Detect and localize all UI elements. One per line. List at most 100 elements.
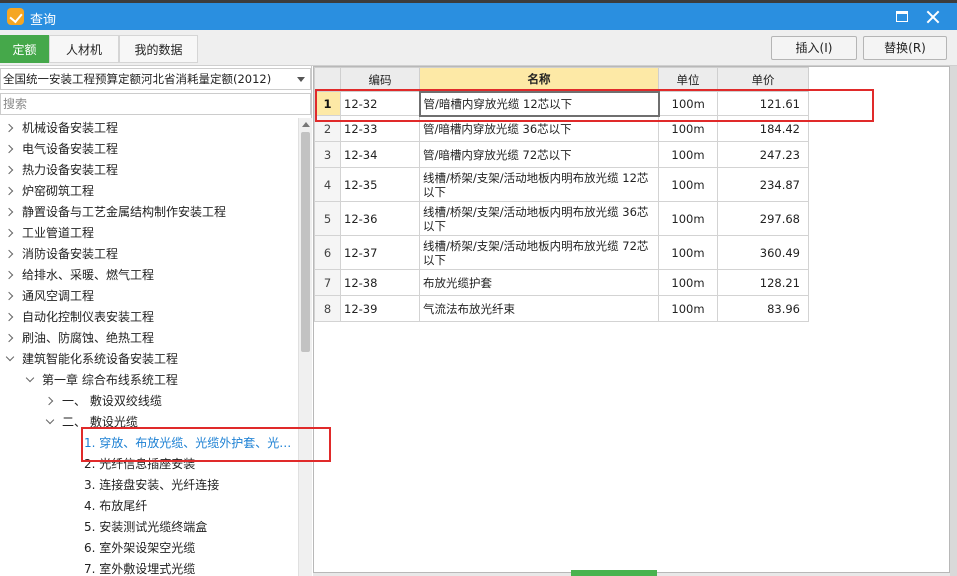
row-code[interactable]: 12-39: [340, 295, 420, 322]
tree-item[interactable]: 机械设备安装工程: [0, 118, 298, 139]
tree-item[interactable]: 建筑智能化系统设备安装工程: [0, 349, 298, 370]
row-price[interactable]: 247.23: [717, 141, 809, 168]
splitter-handle[interactable]: [571, 570, 657, 576]
tree-item[interactable]: 一、 敷设双绞线缆: [0, 391, 298, 412]
header-name[interactable]: 名称: [419, 67, 659, 92]
row-index[interactable]: 4: [314, 167, 341, 202]
row-code[interactable]: 12-36: [340, 201, 420, 236]
row-code[interactable]: 12-38: [340, 269, 420, 296]
tree-item[interactable]: 刷油、防腐蚀、绝热工程: [0, 328, 298, 349]
row-price[interactable]: 121.61: [717, 91, 809, 116]
row-price[interactable]: 234.87: [717, 167, 809, 202]
row-index[interactable]: 6: [314, 235, 341, 270]
row-index[interactable]: 3: [314, 141, 341, 168]
tree-item[interactable]: 7. 室外敷设埋式光缆: [0, 559, 298, 576]
tree-item[interactable]: 4. 布放尾纤: [0, 496, 298, 517]
table-row[interactable]: 6 12-37 线槽/桥架/支架/活动地板内明布放光缆 72芯以下 100m 360.4…: [314, 235, 809, 270]
row-code[interactable]: 12-35: [340, 167, 420, 202]
chevron-right-icon[interactable]: [4, 185, 16, 197]
tree-item[interactable]: 二、 敷设光缆: [0, 412, 298, 433]
maximize-icon[interactable]: [896, 11, 908, 22]
row-price[interactable]: 83.96: [717, 295, 809, 322]
scroll-up-icon[interactable]: [302, 122, 310, 127]
header-price[interactable]: 单价: [717, 67, 809, 92]
row-code[interactable]: 12-34: [340, 141, 420, 168]
dropdown-arrow-icon[interactable]: [297, 77, 305, 82]
chevron-right-icon[interactable]: [44, 395, 56, 407]
tree-item[interactable]: 通风空调工程: [0, 286, 298, 307]
tree-item[interactable]: 自动化控制仪表安装工程: [0, 307, 298, 328]
row-name[interactable]: 线槽/桥架/支架/活动地板内明布放光缆 36芯以下: [419, 201, 659, 236]
row-unit[interactable]: 100m: [658, 269, 718, 296]
tree-item[interactable]: 1. 穿放、布放光缆、光缆外护套、光…: [0, 433, 298, 454]
row-unit[interactable]: 100m: [658, 201, 718, 236]
tree-item[interactable]: 5. 安装测试光缆终端盒: [0, 517, 298, 538]
chevron-right-icon[interactable]: [4, 332, 16, 344]
row-name[interactable]: 管/暗槽内穿放光缆 72芯以下: [419, 141, 659, 168]
row-name[interactable]: 布放光缆护套: [419, 269, 659, 296]
header-unit[interactable]: 单位: [658, 67, 718, 92]
row-index[interactable]: 2: [314, 115, 341, 142]
row-index[interactable]: 1: [314, 91, 341, 116]
row-price[interactable]: 297.68: [717, 201, 809, 236]
row-name[interactable]: 线槽/桥架/支架/活动地板内明布放光缆 12芯以下: [419, 167, 659, 202]
tree-item[interactable]: 6. 室外架设架空光缆: [0, 538, 298, 559]
close-icon[interactable]: [924, 8, 942, 26]
tree-item[interactable]: 第一章 综合布线系统工程: [0, 370, 298, 391]
tree-item[interactable]: 炉窑砌筑工程: [0, 181, 298, 202]
tab-my-data[interactable]: 我的数据: [119, 35, 198, 63]
tree-item[interactable]: 电气设备安装工程: [0, 139, 298, 160]
tree-scrollbar[interactable]: [298, 118, 312, 576]
chevron-right-icon[interactable]: [4, 164, 16, 176]
tree-item[interactable]: 静置设备与工艺金属结构制作安装工程: [0, 202, 298, 223]
row-index[interactable]: 5: [314, 201, 341, 236]
row-code[interactable]: 12-33: [340, 115, 420, 142]
row-name[interactable]: 管/暗槽内穿放光缆 36芯以下: [419, 115, 659, 142]
tree-item[interactable]: 工业管道工程: [0, 223, 298, 244]
chevron-right-icon[interactable]: [4, 269, 16, 281]
row-code[interactable]: 12-37: [340, 235, 420, 270]
table-row[interactable]: 3 12-34 管/暗槽内穿放光缆 72芯以下 100m 247.23: [314, 141, 809, 168]
row-price[interactable]: 360.49: [717, 235, 809, 270]
search-input[interactable]: [0, 93, 311, 115]
tree-item[interactable]: 消防设备安装工程: [0, 244, 298, 265]
insert-button[interactable]: 插入(I): [771, 36, 857, 60]
chevron-right-icon[interactable]: [4, 227, 16, 239]
table-row[interactable]: 1 12-32 管/暗槽内穿放光缆 12芯以下 100m 121.61: [314, 90, 809, 117]
table-row[interactable]: 8 12-39 气流法布放光纤束 100m 83.96: [314, 295, 809, 322]
chevron-down-icon[interactable]: [4, 353, 16, 365]
row-index[interactable]: 8: [314, 295, 341, 322]
tab-quota[interactable]: 定额: [0, 35, 49, 63]
row-name[interactable]: 线槽/桥架/支架/活动地板内明布放光缆 72芯以下: [419, 235, 659, 270]
replace-button[interactable]: 替换(R): [863, 36, 947, 60]
tree-item[interactable]: 给排水、采暖、燃气工程: [0, 265, 298, 286]
tree-item[interactable]: 3. 连接盘安装、光纤连接: [0, 475, 298, 496]
row-unit[interactable]: 100m: [658, 115, 718, 142]
tree-item[interactable]: 热力设备安装工程: [0, 160, 298, 181]
row-unit[interactable]: 100m: [658, 141, 718, 168]
row-unit[interactable]: 100m: [658, 235, 718, 270]
row-unit[interactable]: 100m: [658, 91, 718, 116]
quota-library-select[interactable]: 全国统一安装工程预算定额河北省消耗量定额(2012): [0, 68, 311, 90]
chevron-right-icon[interactable]: [4, 122, 16, 134]
row-code[interactable]: 12-32: [340, 91, 420, 116]
table-row[interactable]: 7 12-38 布放光缆护套 100m 128.21: [314, 269, 809, 296]
row-index[interactable]: 7: [314, 269, 341, 296]
chevron-right-icon[interactable]: [4, 143, 16, 155]
tree-item[interactable]: 2. 光纤信息插座安装: [0, 454, 298, 475]
tab-labor-material-machine[interactable]: 人材机: [49, 35, 119, 63]
chevron-right-icon[interactable]: [4, 248, 16, 260]
header-code[interactable]: 编码: [340, 67, 420, 92]
chevron-right-icon[interactable]: [4, 206, 16, 218]
table-row[interactable]: 5 12-36 线槽/桥架/支架/活动地板内明布放光缆 36芯以下 100m 297.6…: [314, 201, 809, 236]
chevron-down-icon[interactable]: [24, 374, 36, 386]
row-name[interactable]: 气流法布放光纤束: [419, 295, 659, 322]
chevron-down-icon[interactable]: [44, 416, 56, 428]
row-price[interactable]: 184.42: [717, 115, 809, 142]
table-row[interactable]: 4 12-35 线槽/桥架/支架/活动地板内明布放光缆 12芯以下 100m 234.8…: [314, 167, 809, 202]
row-price[interactable]: 128.21: [717, 269, 809, 296]
chevron-right-icon[interactable]: [4, 311, 16, 323]
row-name[interactable]: 管/暗槽内穿放光缆 12芯以下: [418, 90, 660, 117]
row-unit[interactable]: 100m: [658, 167, 718, 202]
scroll-thumb[interactable]: [301, 132, 310, 352]
